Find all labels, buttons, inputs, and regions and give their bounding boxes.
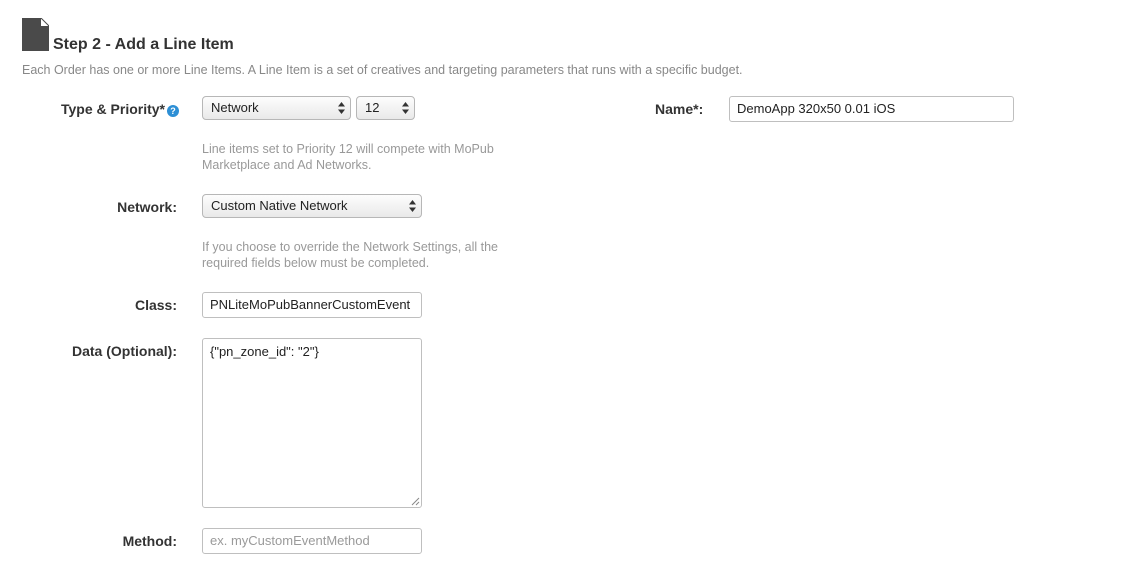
select-arrows-icon [338,102,345,114]
type-priority-label: Type & Priority*? [61,100,179,118]
data-label: Data (Optional): [72,343,177,359]
priority-select[interactable]: 12 [356,96,415,120]
type-select-value: Network [211,100,259,115]
network-help-text: If you choose to override the Network Se… [202,239,498,271]
network-select[interactable]: Custom Native Network [202,194,422,218]
type-priority-label-text: Type & Priority* [61,101,165,117]
name-label: Name*: [655,101,704,117]
priority-help-line-2: Marketplace and Ad Networks. [202,158,372,172]
help-icon[interactable]: ? [167,105,179,117]
step-title: Step 2 - Add a Line Item [53,36,234,53]
network-help-line-2: required fields below must be completed. [202,256,430,270]
network-select-value: Custom Native Network [211,198,348,213]
select-arrows-icon [409,200,416,212]
name-field[interactable]: DemoApp 320x50 0.01 iOS [729,96,1014,122]
class-field[interactable]: PNLiteMoPubBannerCustomEvent [202,292,422,318]
method-placeholder: ex. myCustomEventMethod [210,533,370,548]
step-description: Each Order has one or more Line Items. A… [22,63,743,77]
method-field[interactable]: ex. myCustomEventMethod [202,528,422,554]
priority-help-line-1: Line items set to Priority 12 will compe… [202,142,494,156]
select-arrows-icon [402,102,409,114]
document-icon [22,18,49,51]
type-select[interactable]: Network [202,96,351,120]
network-label: Network: [117,199,177,215]
priority-select-value: 12 [365,100,380,115]
resize-grip-icon[interactable] [411,497,420,506]
method-label: Method: [122,533,177,549]
network-help-line-1: If you choose to override the Network Se… [202,240,498,254]
data-textarea[interactable]: {"pn_zone_id": "2"} [202,338,422,508]
priority-help-text: Line items set to Priority 12 will compe… [202,141,494,173]
data-textarea-value: {"pn_zone_id": "2"} [210,344,319,359]
class-label: Class: [134,297,177,313]
